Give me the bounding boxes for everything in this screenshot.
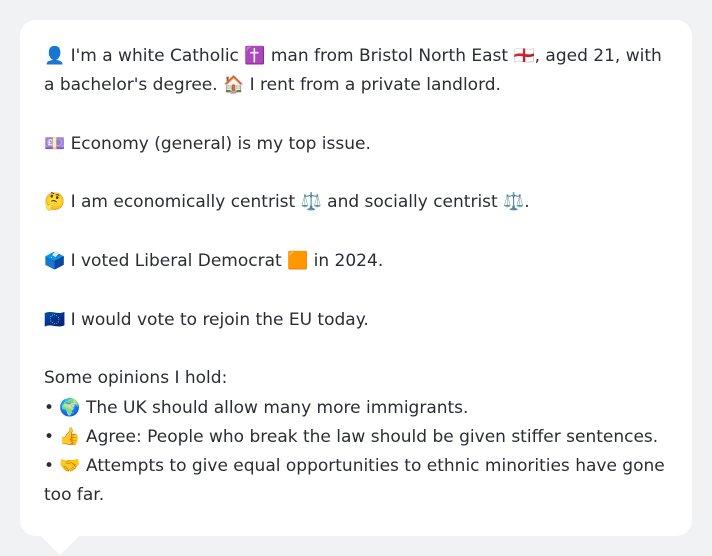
- top-issue-line: 💷 Economy (general) is my top issue.: [44, 133, 371, 154]
- persona-message-bubble: 👤 I'm a white Catholic ✝️ man from Brist…: [20, 20, 692, 536]
- eu-line: 🇪🇺 I would vote to rejoin the EU today.: [44, 309, 369, 330]
- vote-2024-line: 🗳️ I voted Liberal Democrat 🟧 in 2024.: [44, 251, 384, 272]
- bubble-tail: [40, 535, 80, 555]
- persona-text: 👤 I'm a white Catholic ✝️ man from Brist…: [44, 42, 668, 511]
- opinion-item-sentences: • 👍 Agree: People who break the law shou…: [44, 426, 659, 447]
- opinion-item-equal-opportunities: • 🤝 Attempts to give equal opportunities…: [44, 456, 665, 506]
- demographics-line: 👤 I'm a white Catholic ✝️ man from Brist…: [44, 46, 662, 96]
- ideology-line: 🤔 I am economically centrist ⚖️ and soci…: [44, 192, 530, 213]
- opinion-item-immigration: • 🌍 The UK should allow many more immigr…: [44, 397, 469, 418]
- opinions-heading: Some opinions I hold:: [44, 368, 228, 389]
